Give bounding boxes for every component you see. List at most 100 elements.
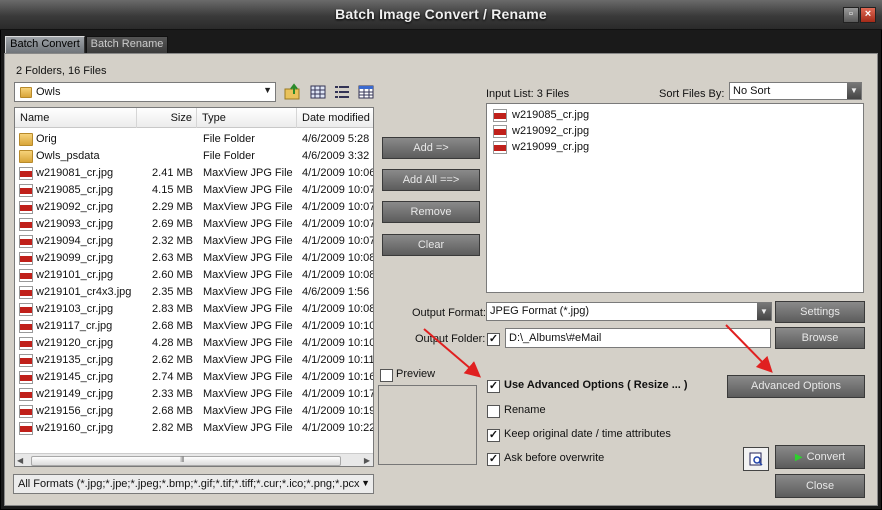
scroll-right-icon[interactable]: ▶ [364,456,370,465]
list-item[interactable]: w219099_cr.jpg [487,139,863,155]
ask-overwrite-label[interactable]: Ask before overwrite [504,452,604,464]
file-name: w219160_cr.jpg [36,422,114,434]
list-item[interactable]: w219092_cr.jpg [487,123,863,139]
jpg-icon [19,320,33,333]
input-file-list[interactable]: w219085_cr.jpg w219092_cr.jpg w219099_cr.j… [486,103,864,293]
chevron-down-icon: ▼ [263,85,272,95]
advanced-options-checkbox[interactable]: ✓ [487,380,500,393]
output-folder-value: D:\_Albums\#eMail [509,332,602,344]
input-rows: w219085_cr.jpg w219092_cr.jpg w219099_cr.j… [487,107,863,155]
magnifier-icon [749,452,763,466]
tab-batch-rename[interactable]: Batch Rename [86,36,168,53]
view-list-icon[interactable] [333,83,351,101]
view-thumbnails-icon[interactable] [309,83,327,101]
format-filter-select[interactable]: All Formats (*.jpg;*.jpe;*.jpeg;*.bmp;*.… [13,474,374,494]
jpg-icon [19,354,33,367]
tab-batch-convert[interactable]: Batch Convert [5,36,85,53]
column-header-type[interactable]: Type [197,108,297,128]
scrollbar-thumb[interactable]: III [31,455,341,466]
ask-overwrite-checkbox[interactable]: ✓ [487,453,500,466]
table-row[interactable]: w219092_cr.jpg 2.29 MB MaxView JPG File 4/1… [15,199,373,216]
column-header-date[interactable]: Date modified [297,108,373,128]
table-row[interactable]: w219135_cr.jpg 2.62 MB MaxView JPG File 4/1… [15,352,373,369]
folder-select[interactable]: Owls ▼ [14,82,276,102]
jpg-icon [493,141,507,154]
keep-date-checkbox[interactable]: ✓ [487,429,500,442]
folder-icon [19,133,33,146]
file-date: 4/1/2009 10:10 [302,320,374,332]
file-size: 2.33 MB [152,388,193,400]
list-item[interactable]: w219085_cr.jpg [487,107,863,123]
close-window-button[interactable]: × [860,7,876,23]
scroll-left-icon[interactable]: ◀ [17,456,23,465]
convert-button[interactable]: ▶ Convert [775,445,865,469]
file-size: 4.28 MB [152,337,193,349]
preview-checkbox[interactable] [380,369,393,382]
file-size: 2.74 MB [152,371,193,383]
table-row[interactable]: Orig File Folder 4/6/2009 5:28 [15,131,373,148]
table-row[interactable]: w219081_cr.jpg 2.41 MB MaxView JPG File 4/1… [15,165,373,182]
add-button[interactable]: Add => [382,137,480,159]
file-name: w219093_cr.jpg [36,218,114,230]
file-type: MaxView JPG File [203,337,293,349]
output-format-select[interactable]: JPEG Format (*.jpg) ▼ [486,302,772,321]
jpg-icon [19,184,33,197]
table-row[interactable]: w219149_cr.jpg 2.33 MB MaxView JPG File 4/1… [15,386,373,403]
view-details-icon[interactable] [357,83,375,101]
file-type: MaxView JPG File [203,269,293,281]
maximize-button[interactable]: ▫ [843,7,859,23]
output-folder-field[interactable]: D:\_Albums\#eMail [505,328,771,348]
open-output-folder-button[interactable] [743,447,769,471]
table-row[interactable]: w219094_cr.jpg 2.32 MB MaxView JPG File 4/1… [15,233,373,250]
file-type: MaxView JPG File [203,218,293,230]
column-header-size[interactable]: Size [137,108,197,128]
table-row[interactable]: w219145_cr.jpg 2.74 MB MaxView JPG File 4/1… [15,369,373,386]
remove-button[interactable]: Remove [382,201,480,223]
close-button[interactable]: Close [775,474,865,498]
output-format-label: Output Format: [412,307,486,319]
file-date: 4/1/2009 10:17 [302,388,374,400]
file-size: 2.63 MB [152,252,193,264]
add-all-button[interactable]: Add All ==> [382,169,480,191]
clear-button[interactable]: Clear [382,234,480,256]
table-row[interactable]: w219117_cr.jpg 2.68 MB MaxView JPG File 4/1… [15,318,373,335]
table-row[interactable]: w219099_cr.jpg 2.63 MB MaxView JPG File 4/1… [15,250,373,267]
folder-summary: 2 Folders, 16 Files [16,65,107,77]
file-browser-list[interactable]: Name Size Type Date modified Orig File Fo… [14,107,374,467]
file-type: MaxView JPG File [203,167,293,179]
table-row[interactable]: w219120_cr.jpg 4.28 MB MaxView JPG File 4/1… [15,335,373,352]
table-row[interactable]: w219160_cr.jpg 2.82 MB MaxView JPG File 4/1… [15,420,373,437]
column-header-name[interactable]: Name [15,108,137,128]
rename-label[interactable]: Rename [504,404,546,416]
file-list-header: Name Size Type Date modified [15,108,373,128]
preview-label: Preview [396,368,436,380]
browse-button[interactable]: Browse [775,327,865,349]
horizontal-scrollbar[interactable]: ◀ III ▶ [15,453,373,466]
advanced-options-label[interactable]: Use Advanced Options ( Resize ... ) [504,379,688,391]
file-size: 2.68 MB [152,405,193,417]
file-type: MaxView JPG File [203,252,293,264]
sort-select[interactable]: No Sort ▼ [729,82,862,100]
table-row[interactable]: w219103_cr.jpg 2.83 MB MaxView JPG File 4/1… [15,301,373,318]
file-name: w219149_cr.jpg [36,388,114,400]
output-folder-checkbox[interactable]: ✓ [487,333,500,346]
settings-button[interactable]: Settings [775,301,865,323]
file-type: MaxView JPG File [203,235,293,247]
file-name: w219101_cr4x3.jpg [36,286,132,298]
file-type: MaxView JPG File [203,201,293,213]
file-name: w219103_cr.jpg [36,303,114,315]
up-folder-icon[interactable] [284,83,302,101]
advanced-options-button[interactable]: Advanced Options [727,375,865,398]
jpg-icon [19,303,33,316]
file-date: 4/1/2009 10:06 [302,167,374,179]
table-row[interactable]: Owls_psdata File Folder 4/6/2009 3:32 [15,148,373,165]
keep-date-label[interactable]: Keep original date / time attributes [504,428,671,440]
table-row[interactable]: w219085_cr.jpg 4.15 MB MaxView JPG File 4/1… [15,182,373,199]
table-row[interactable]: w219093_cr.jpg 2.69 MB MaxView JPG File 4/1… [15,216,373,233]
title-bar[interactable]: Batch Image Convert / Rename ▫ × [0,0,882,30]
file-size: 2.35 MB [152,286,193,298]
table-row[interactable]: w219156_cr.jpg 2.68 MB MaxView JPG File 4/1… [15,403,373,420]
table-row[interactable]: w219101_cr.jpg 2.60 MB MaxView JPG File 4/1… [15,267,373,284]
table-row[interactable]: w219101_cr4x3.jpg 2.35 MB MaxView JPG File… [15,284,373,301]
rename-checkbox[interactable] [487,405,500,418]
